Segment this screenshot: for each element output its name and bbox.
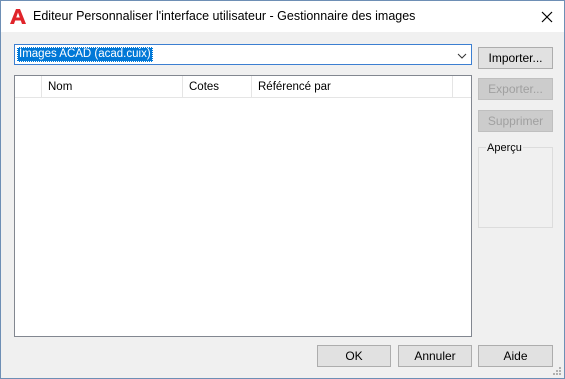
close-button[interactable] bbox=[530, 1, 564, 32]
import-button[interactable]: Importer... bbox=[478, 47, 553, 69]
preview-group: Aperçu bbox=[478, 142, 553, 228]
image-list[interactable]: Nom Cotes Référencé par bbox=[14, 75, 472, 337]
close-icon bbox=[541, 11, 553, 22]
column-header-referenced-by[interactable]: Référencé par bbox=[252, 76, 452, 98]
column-header-blank[interactable] bbox=[15, 76, 41, 98]
chevron-down-icon[interactable] bbox=[457, 50, 467, 60]
image-manager-dialog: Editeur Personnaliser l'interface utilis… bbox=[0, 0, 565, 379]
column-divider[interactable] bbox=[452, 76, 453, 98]
export-button[interactable]: Exporter... bbox=[478, 78, 553, 100]
column-header-name[interactable]: Nom bbox=[42, 76, 182, 98]
cancel-button[interactable]: Annuler bbox=[398, 345, 472, 367]
column-header-dimensions[interactable]: Cotes bbox=[183, 76, 251, 98]
autocad-a-icon bbox=[10, 9, 26, 24]
source-file-value: Images ACAD (acad.cuix) bbox=[17, 47, 153, 62]
title-bar[interactable]: Editeur Personnaliser l'interface utilis… bbox=[1, 1, 564, 32]
resize-grip-icon[interactable] bbox=[551, 365, 562, 376]
image-list-header: Nom Cotes Référencé par bbox=[15, 76, 471, 98]
delete-button[interactable]: Supprimer bbox=[478, 110, 553, 132]
window-title: Editeur Personnaliser l'interface utilis… bbox=[33, 9, 416, 23]
source-file-select[interactable]: Images ACAD (acad.cuix) bbox=[14, 44, 472, 65]
ok-button[interactable]: OK bbox=[317, 345, 391, 367]
preview-label: Aperçu bbox=[486, 142, 523, 154]
help-button[interactable]: Aide bbox=[478, 345, 553, 367]
